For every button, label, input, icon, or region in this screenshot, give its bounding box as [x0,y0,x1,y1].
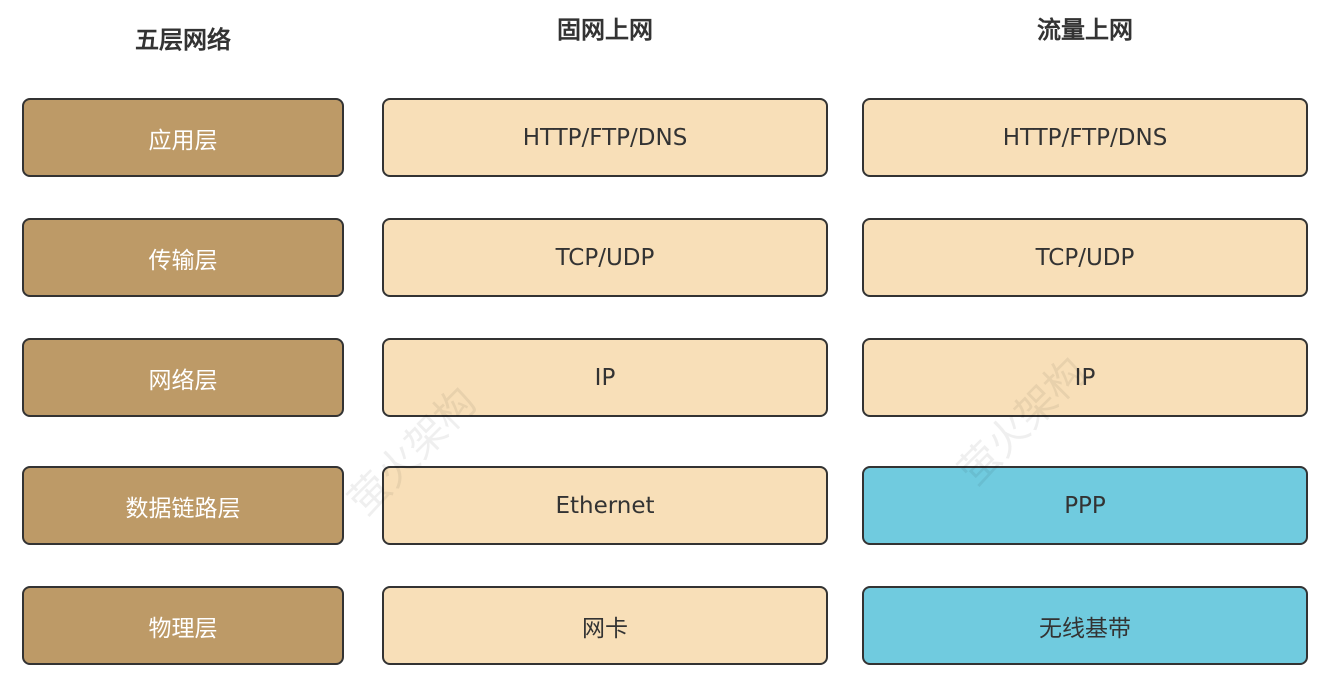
layer-label: 传输层 [148,247,218,274]
mobile-application-protocols: HTTP/FTP/DNS [862,98,1308,177]
header-five-layer-network: 五层网络 [135,26,231,54]
fixed-physical-medium: 网卡 [382,586,828,665]
mobile-data-link-protocol: PPP [862,466,1308,545]
layer-application: 应用层 [22,98,344,177]
layer-label: 数据链路层 [125,495,241,522]
protocol-label: 无线基带 [1039,615,1131,642]
layer-label: 网络层 [148,367,218,394]
mobile-transport-protocols: TCP/UDP [862,218,1308,297]
protocol-label: HTTP/FTP/DNS [1002,124,1168,151]
protocol-label: IP [594,364,616,391]
layer-physical: 物理层 [22,586,344,665]
fixed-network-protocol: IP [382,338,828,417]
protocol-label: IP [1074,364,1096,391]
layer-transport: 传输层 [22,218,344,297]
layer-label: 应用层 [148,127,218,154]
fixed-application-protocols: HTTP/FTP/DNS [382,98,828,177]
protocol-label: 网卡 [582,615,628,642]
protocol-label: HTTP/FTP/DNS [522,124,688,151]
layer-label: 物理层 [148,615,218,642]
protocol-label: PPP [1064,492,1106,519]
fixed-data-link-protocol: Ethernet [382,466,828,545]
mobile-physical-medium: 无线基带 [862,586,1308,665]
layer-network: 网络层 [22,338,344,417]
protocol-label: TCP/UDP [1035,244,1135,271]
mobile-network-protocol: IP [862,338,1308,417]
protocol-label: Ethernet [555,492,655,519]
header-mobile-data: 流量上网 [1037,16,1133,44]
layer-data-link: 数据链路层 [22,466,344,545]
fixed-transport-protocols: TCP/UDP [382,218,828,297]
header-fixed-network: 固网上网 [557,16,653,44]
protocol-label: TCP/UDP [555,244,655,271]
